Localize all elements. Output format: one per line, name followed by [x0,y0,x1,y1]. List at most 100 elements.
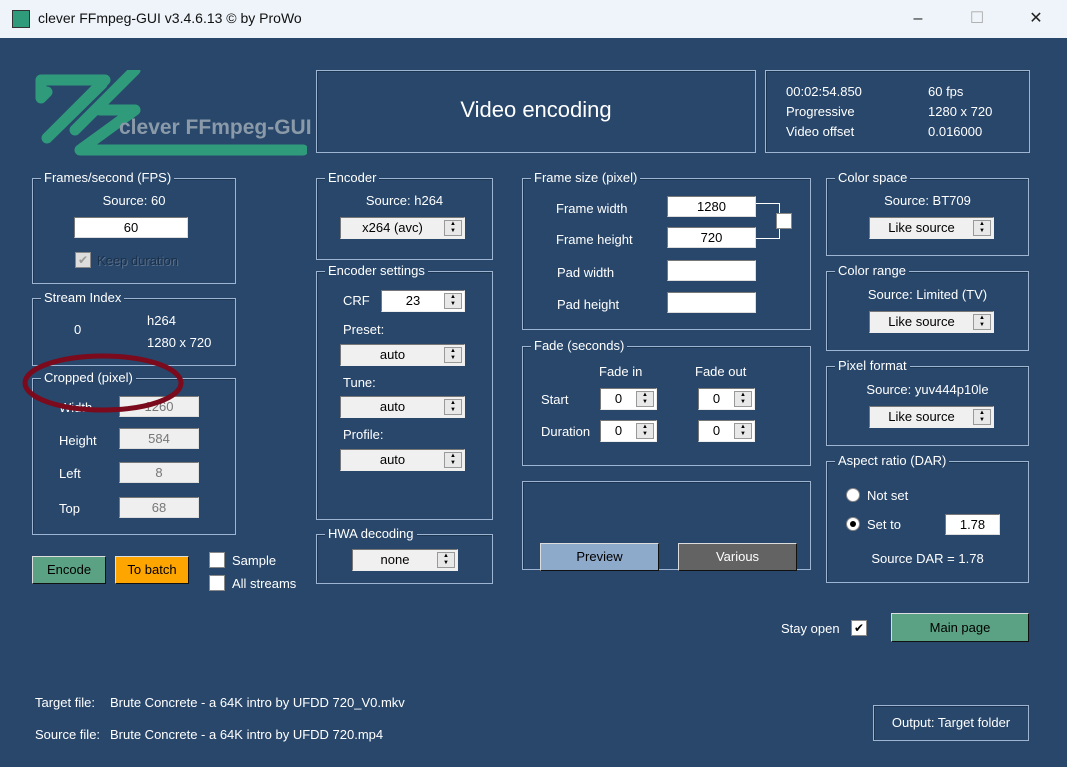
output-target-folder-button[interactable]: Output: Target folder [873,705,1029,741]
frame-height-label: Frame height [556,232,633,247]
crf-input[interactable]: 23 ▲ ▼ [381,290,465,312]
spin-arrows-icon[interactable]: ▲ ▼ [444,399,462,415]
page-title: Video encoding [460,97,612,122]
hwa-select[interactable]: none ▲ ▼ [352,549,458,571]
preset-label: Preset: [343,322,385,337]
keep-ratio-checkbox[interactable] [776,213,792,229]
hwa-group: HWA decoding none ▲ ▼ [316,526,493,584]
spin-arrows-icon[interactable]: ▲ ▼ [444,293,462,309]
main-page-button[interactable]: Main page [891,613,1029,642]
offset-label: Video offset [786,124,855,139]
source-file-label: Source file: [35,727,101,742]
color-range-group: Color range Source: Limited (TV) Like so… [826,263,1029,351]
spin-arrows-icon[interactable]: ▲ ▼ [636,423,654,439]
target-file-name: Brute Concrete - a 64K intro by UFDD 720… [110,695,405,710]
color-space-group: Color space Source: BT709 Like source ▲ ▼ [826,170,1029,256]
pad-width-input[interactable] [667,260,756,281]
preview-button[interactable]: Preview [540,543,659,571]
offset-value: 0.016000 [928,124,983,139]
pixel-format-legend: Pixel format [835,358,910,373]
frame-height-input[interactable]: 720 [667,227,756,248]
minimize-button[interactable]: – [895,6,941,32]
tune-label: Tune: [343,375,376,390]
window-title: clever FFmpeg-GUI v3.4.6.13 © by ProWo [38,10,302,26]
frame-width-input[interactable]: 1280 [667,196,756,217]
sample-label: Sample [232,553,277,568]
various-button[interactable]: Various [678,543,797,571]
scan-type: Progressive [786,104,855,119]
tune-value: auto [379,399,406,414]
tune-select[interactable]: auto ▲ ▼ [340,396,465,418]
preview-group: Preview Various [522,481,811,571]
crf-value: 23 [405,293,421,308]
keep-duration-checkbox[interactable]: ✔ [75,252,91,268]
crop-height-label: Height [59,433,97,448]
spin-arrows-icon[interactable]: ▲ ▼ [734,391,752,407]
frame-size-legend: Frame size (pixel) [531,170,641,185]
stream-codec: h264 [147,313,176,328]
fade-in-start-input[interactable]: 0 ▲ ▼ [600,388,657,410]
header-box: Video encoding [316,70,756,153]
color-range-value: Like source [888,314,955,329]
pad-height-input[interactable] [667,292,756,313]
crop-top-input[interactable]: 68 [119,497,199,518]
target-file-label: Target file: [35,695,95,710]
all-streams-checkbox[interactable] [209,575,225,591]
fade-out-start-input[interactable]: 0 ▲ ▼ [698,388,755,410]
not-set-label: Not set [867,488,909,503]
frame-size-group: Frame size (pixel) Frame width 1280 Fram… [522,170,811,330]
maximize-button[interactable]: ☐ [954,6,1000,32]
pixel-format-select[interactable]: Like source ▲ ▼ [869,406,994,428]
fps-legend: Frames/second (FPS) [41,170,175,185]
spin-arrows-icon[interactable]: ▲ ▼ [734,423,752,439]
not-set-radio[interactable] [846,488,860,502]
fps-source: Source: 60 [102,193,166,208]
app-icon [12,10,30,28]
spin-arrows-icon[interactable]: ▲ ▼ [973,220,991,236]
color-range-source: Source: Limited (TV) [867,287,988,302]
fade-in-duration-input[interactable]: 0 ▲ ▼ [600,420,657,442]
crop-height-input[interactable]: 584 [119,428,199,449]
dar-input[interactable]: 1.78 [945,514,1000,535]
crop-left-input[interactable]: 8 [119,462,199,483]
fps-group: Frames/second (FPS) Source: 60 60 ✔ Keep… [32,170,236,284]
spin-arrows-icon[interactable]: ▲ ▼ [437,552,455,568]
info-resolution: 1280 x 720 [928,104,993,119]
crop-left-label: Left [59,466,81,481]
sample-checkbox[interactable] [209,552,225,568]
source-dar: Source DAR = 1.78 [871,551,984,566]
encoder-settings-legend: Encoder settings [325,263,428,278]
to-batch-button[interactable]: To batch [115,556,189,584]
encode-button[interactable]: Encode [32,556,106,584]
all-streams-label: All streams [232,576,297,591]
title-bar: clever FFmpeg-GUI v3.4.6.13 © by ProWo –… [0,0,1067,38]
fade-in-label: Fade in [599,364,643,379]
stay-open-checkbox[interactable]: ✔ [851,620,867,636]
spin-arrows-icon[interactable]: ▲ ▼ [444,220,462,236]
crop-top-label: Top [59,501,80,516]
close-button[interactable]: ✕ [1013,6,1059,32]
profile-label: Profile: [343,427,384,442]
profile-value: auto [379,452,406,467]
preset-value: auto [379,347,406,362]
fade-out-label: Fade out [695,364,747,379]
color-space-value: Like source [888,220,955,235]
info-fps: 60 fps [928,84,964,99]
frame-width-label: Frame width [556,201,628,216]
fps-input[interactable]: 60 [74,217,188,238]
encoder-select[interactable]: x264 (avc) ▲ ▼ [340,217,465,239]
color-space-select[interactable]: Like source ▲ ▼ [869,217,994,239]
spin-arrows-icon[interactable]: ▲ ▼ [444,452,462,468]
spin-arrows-icon[interactable]: ▲ ▼ [636,391,654,407]
preset-select[interactable]: auto ▲ ▼ [340,344,465,366]
set-to-radio[interactable] [846,517,860,531]
aspect-ratio-group: Aspect ratio (DAR) Not set Set to 1.78 S… [826,453,1029,583]
color-range-select[interactable]: Like source ▲ ▼ [869,311,994,333]
fade-out-start-value: 0 [712,391,721,406]
spin-arrows-icon[interactable]: ▲ ▼ [973,314,991,330]
pad-width-label: Pad width [557,265,615,280]
spin-arrows-icon[interactable]: ▲ ▼ [444,347,462,363]
fade-out-duration-input[interactable]: 0 ▲ ▼ [698,420,755,442]
spin-arrows-icon[interactable]: ▲ ▼ [973,409,991,425]
profile-select[interactable]: auto ▲ ▼ [340,449,465,471]
